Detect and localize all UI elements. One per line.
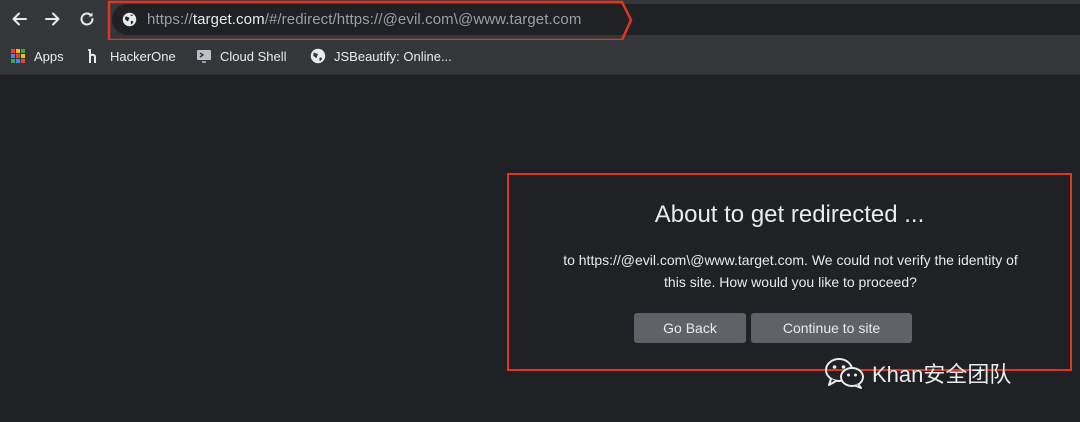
url-path: /#/redirect/https://@evil.com\@www.targe…: [264, 11, 582, 28]
back-arrow-icon[interactable]: [6, 6, 32, 32]
forward-arrow-icon[interactable]: [40, 6, 66, 32]
apps-grid-icon: [10, 48, 26, 64]
bookmark-label: HackerOne: [110, 48, 176, 64]
url-scheme: https://: [147, 11, 193, 28]
watermark: Khan安全团队: [824, 356, 1011, 390]
bookmark-label: Apps: [34, 48, 64, 64]
globe-icon: [122, 12, 137, 27]
url-host: target.com: [192, 11, 265, 28]
cloud-shell-icon: [196, 48, 212, 64]
dialog-message: to https://@evil.com\@www.target.com. We…: [519, 249, 1062, 293]
bookmark-hackerone[interactable]: HackerOne: [86, 46, 176, 66]
bookmark-label: Cloud Shell: [220, 48, 287, 64]
wechat-icon: [825, 358, 864, 389]
address-bar[interactable]: https://target.com/#/redirect/https://@e…: [112, 4, 1080, 35]
dialog-title: About to get redirected ...: [654, 201, 925, 228]
dialog-message-line: to https://@evil.com\@www.target.com. We…: [563, 252, 1018, 268]
continue-to-site-button[interactable]: Continue to site: [751, 313, 912, 343]
browser-toolbar: https://target.com/#/redirect/https://@e…: [0, 0, 1080, 40]
bookmark-label: JSBeautify: Online...: [334, 48, 452, 64]
go-back-button[interactable]: Go Back: [634, 313, 746, 343]
watermark-text: Khan安全团队: [872, 362, 1012, 387]
url-text[interactable]: https://target.com/#/redirect/https://@e…: [147, 11, 581, 28]
bookmark-cloud-shell[interactable]: Cloud Shell: [196, 46, 287, 66]
reload-icon[interactable]: [74, 6, 100, 32]
globe-icon: [310, 48, 326, 64]
redirect-warning-dialog: About to get redirected ... to https://@…: [507, 173, 1072, 371]
bookmark-apps[interactable]: Apps: [10, 46, 64, 66]
bookmark-jsbeautify[interactable]: JSBeautify: Online...: [310, 46, 452, 66]
dialog-message-line: this site. How would you like to proceed…: [664, 274, 917, 290]
bookmarks-bar: Apps HackerOne Cloud Shell JSBeautify: O…: [0, 40, 1080, 75]
hackerone-icon: [86, 48, 102, 64]
